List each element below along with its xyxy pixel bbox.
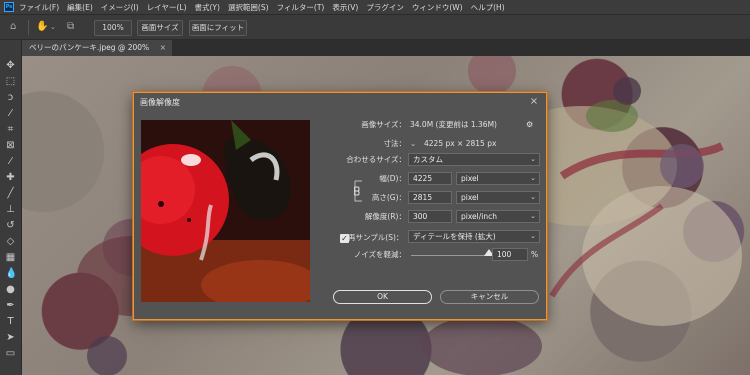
resample-method-select[interactable]: ディテールを保持 (拡大) ⌄ — [408, 230, 540, 243]
resample-label: 再サンプル(S)： — [348, 233, 404, 242]
menu-help[interactable]: ヘルプ(H) — [471, 2, 505, 13]
noise-unit: % — [531, 250, 539, 259]
photoshop-logo: Ps — [4, 2, 14, 12]
chevron-down-icon: ⌄ — [530, 193, 536, 201]
menu-select[interactable]: 選択範囲(S) — [228, 2, 269, 13]
resolution-unit-value: pixel/inch — [461, 212, 497, 221]
zoom-100-button[interactable]: 100% — [94, 20, 132, 36]
eyedropper-tool-icon[interactable]: ⁄ — [5, 156, 16, 167]
document-tab[interactable]: ベリーのパンケーキ.jpeg @ 200% (RGB/8#) × — [22, 40, 172, 68]
healing-brush-tool-icon[interactable]: ✚ — [5, 172, 16, 183]
chevron-down-icon: ⌄ — [530, 212, 536, 220]
marquee-tool-icon[interactable]: ⬚ — [5, 76, 16, 87]
path-select-tool-icon[interactable]: ➤ — [5, 332, 16, 343]
menu-plugins[interactable]: プラグイン — [366, 2, 404, 13]
chevron-down-icon: ⌄ — [530, 174, 536, 182]
dodge-tool-icon[interactable]: ● — [5, 284, 16, 295]
quick-select-tool-icon[interactable]: ⁄ — [5, 108, 16, 119]
document-tab-bar: ベリーのパンケーキ.jpeg @ 200% (RGB/8#) × — [22, 40, 750, 68]
blur-tool-icon[interactable]: 💧 — [5, 268, 17, 279]
lasso-tool-icon[interactable]: ↄ — [5, 92, 16, 103]
cancel-button[interactable]: キャンセル — [440, 290, 539, 304]
close-tab-icon[interactable]: × — [160, 40, 166, 56]
chevron-down-icon: ⌄ — [530, 155, 536, 163]
pen-tool-icon[interactable]: ✒ — [5, 300, 16, 311]
dimensions-label: 寸法： — [383, 139, 407, 148]
menu-type[interactable]: 書式(Y) — [195, 2, 220, 13]
fit-screen-button[interactable]: 画面サイズ — [137, 20, 183, 36]
fit-to-label: 合わせるサイズ： — [346, 155, 406, 164]
menu-file[interactable]: ファイル(F) — [19, 2, 59, 13]
height-label: 高さ(G)： — [371, 193, 406, 202]
resolution-label: 解像度(R)： — [364, 212, 406, 221]
menu-view[interactable]: 表示(V) — [332, 2, 358, 13]
home-icon[interactable]: ⌂ — [10, 22, 16, 32]
brush-tool-icon[interactable]: ╱ — [5, 188, 16, 199]
dimensions-value: 4225 px × 2815 px — [424, 139, 497, 148]
resolution-unit-select[interactable]: pixel/inch ⌄ — [456, 210, 540, 223]
eraser-tool-icon[interactable]: ◇ — [5, 236, 16, 247]
shape-tool-icon[interactable]: ▭ — [5, 348, 16, 359]
options-bar: ⌂ ✋ ⌄ ⧉ 100% 画面サイズ 画面にフィット — [0, 14, 750, 40]
menu-edit[interactable]: 編集(E) — [67, 2, 93, 13]
width-label: 幅(D)： — [379, 174, 406, 183]
constrain-proportions-icon[interactable] — [354, 178, 364, 204]
dimensions-chevron-icon[interactable]: ⌄ — [410, 138, 416, 150]
fit-to-value: カスタム — [413, 155, 443, 164]
width-input[interactable]: 4225 — [408, 172, 452, 185]
ok-button[interactable]: OK — [333, 290, 432, 304]
height-unit-select[interactable]: pixel ⌄ — [456, 191, 540, 204]
noise-reduction-label: ノイズを軽減： — [353, 250, 406, 259]
menu-window[interactable]: ウィンドウ(W) — [412, 2, 463, 13]
noise-slider-track[interactable] — [411, 255, 489, 256]
height-unit-value: pixel — [461, 193, 479, 202]
image-size-value: 34.0M (変更前は 1.36M) — [410, 120, 497, 129]
width-unit-value: pixel — [461, 174, 479, 183]
close-icon[interactable]: × — [528, 96, 540, 108]
preview-strawberry — [141, 120, 310, 302]
chevron-down-icon: ⌄ — [530, 232, 536, 240]
gear-icon[interactable]: ⚙ — [526, 119, 533, 131]
gradient-tool-icon[interactable]: ▦ — [5, 252, 16, 263]
fit-to-select[interactable]: カスタム ⌄ — [408, 153, 540, 166]
type-tool-icon[interactable]: T — [5, 316, 16, 327]
frame-tool-icon[interactable]: ⊠ — [5, 140, 16, 151]
preview-image[interactable] — [141, 120, 310, 302]
width-unit-select[interactable]: pixel ⌄ — [456, 172, 540, 185]
history-brush-tool-icon[interactable]: ↺ — [5, 220, 16, 231]
noise-input[interactable]: 100 — [492, 248, 528, 261]
tools-panel: ✥ ⬚ ↄ ⁄ ⌗ ⊠ ⁄ ✚ ╱ ⊥ ↺ ◇ ▦ 💧 ● ✒ T ➤ ▭ — [0, 40, 22, 375]
image-size-dialog: 画像解像度 × 画像サイズ： 34.0M (変更前は 1.36M) ⚙ 寸法： … — [133, 92, 547, 320]
crop-tool-icon[interactable]: ⌗ — [5, 124, 16, 135]
menu-bar: Ps ファイル(F) 編集(E) イメージ(I) レイヤー(L) 書式(Y) 選… — [0, 0, 750, 14]
menu-image[interactable]: イメージ(I) — [101, 2, 139, 13]
menu-filter[interactable]: フィルター(T) — [277, 2, 325, 13]
menu-layer[interactable]: レイヤー(L) — [147, 2, 187, 13]
options-divider — [28, 20, 29, 35]
chevron-down-icon[interactable]: ⌄ — [50, 22, 56, 32]
clone-stamp-tool-icon[interactable]: ⊥ — [5, 204, 16, 215]
fill-screen-button[interactable]: 画面にフィット — [189, 20, 247, 36]
hand-tool-icon[interactable]: ✋ — [36, 22, 48, 32]
move-tool-icon[interactable]: ✥ — [5, 60, 16, 71]
image-size-label: 画像サイズ： — [361, 120, 406, 129]
resample-method-value: ディテールを保持 (拡大) — [413, 232, 496, 241]
resolution-input[interactable]: 300 — [408, 210, 452, 223]
scroll-all-windows-icon[interactable]: ⧉ — [67, 22, 74, 32]
dialog-title: 画像解像度 — [140, 98, 180, 107]
height-input[interactable]: 2815 — [408, 191, 452, 204]
